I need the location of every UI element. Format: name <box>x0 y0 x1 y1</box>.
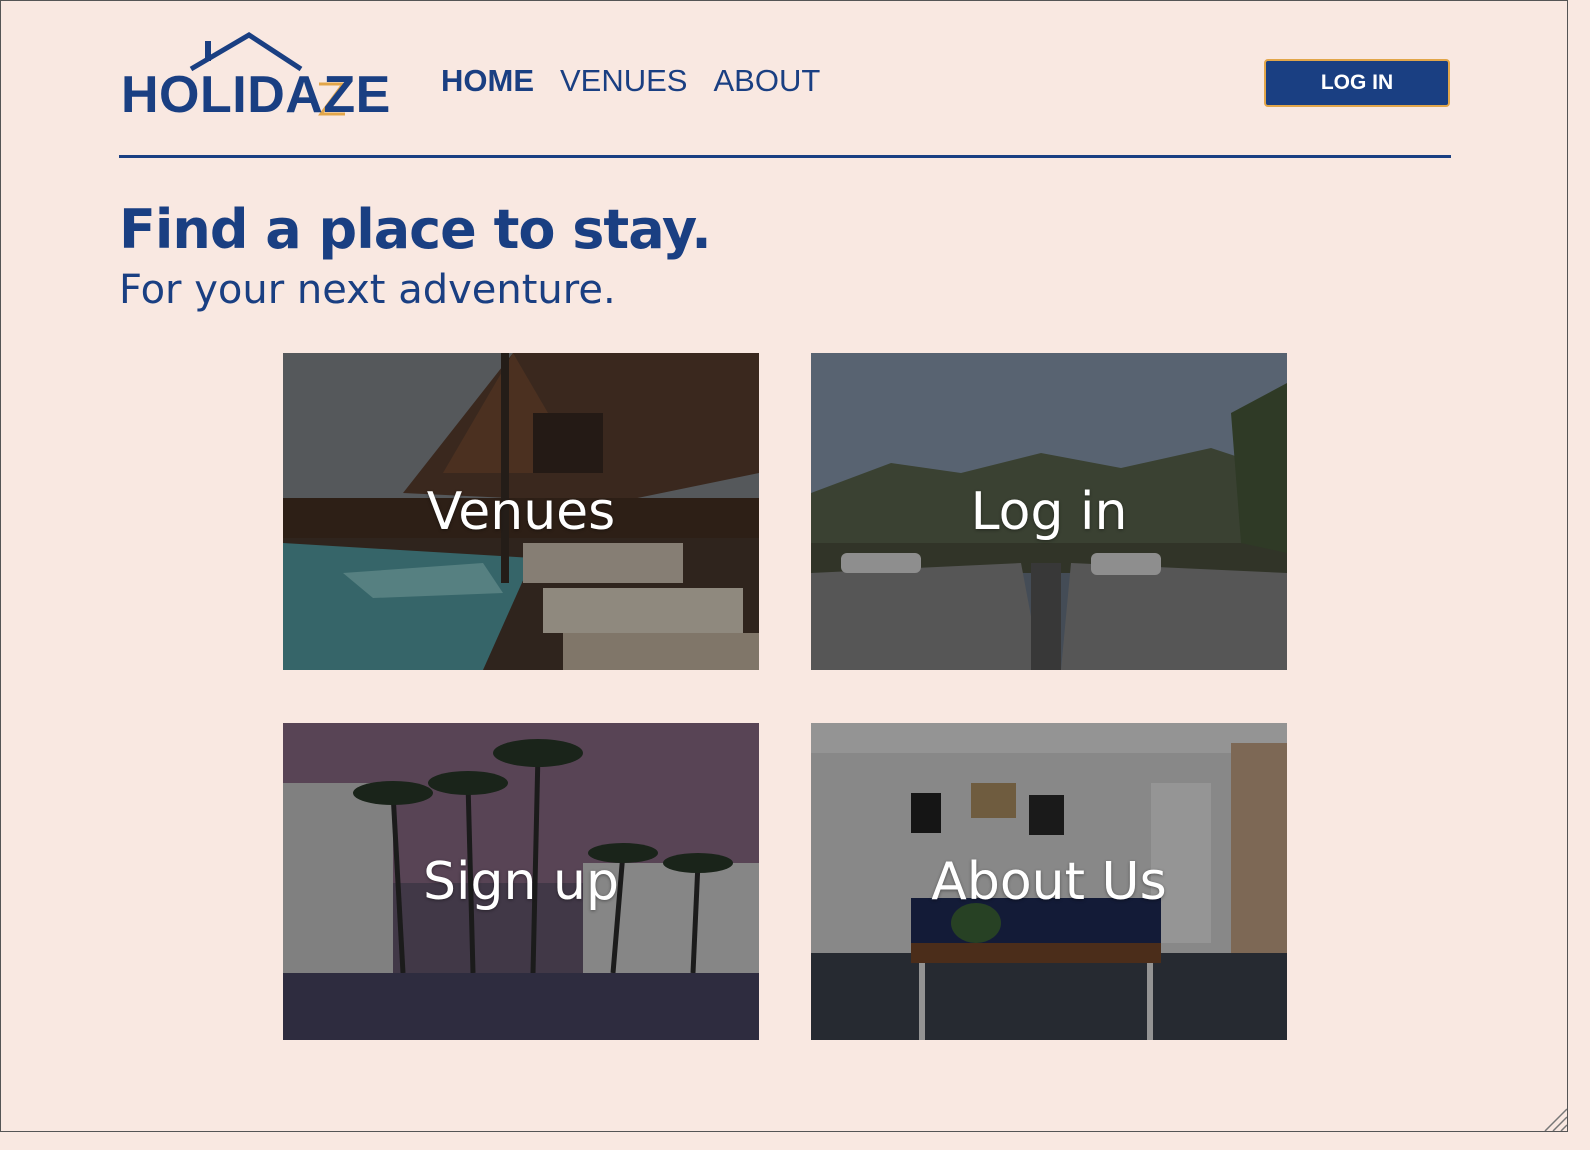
login-button[interactable]: LOG IN <box>1264 59 1450 107</box>
card-venues[interactable]: Venues <box>283 353 759 670</box>
card-label: Venues <box>426 481 616 542</box>
holidaze-logo[interactable]: HOLIDAZE <box>121 29 390 121</box>
nav-about[interactable]: ABOUT <box>713 63 820 99</box>
main-nav: HOME VENUES ABOUT <box>441 63 820 99</box>
card-label: Log in <box>970 481 1128 542</box>
hero-title: Find a place to stay. <box>119 198 712 261</box>
hero-subtitle: For your next adventure. <box>119 267 616 313</box>
browser-viewport: HOLIDAZE HOME VENUES ABOUT LOG IN Find a… <box>0 0 1568 1132</box>
site-header: HOLIDAZE HOME VENUES ABOUT LOG IN <box>119 29 1451 159</box>
header-divider <box>119 155 1451 158</box>
nav-venues[interactable]: VENUES <box>560 63 687 99</box>
resize-grip-icon[interactable] <box>1541 1105 1567 1131</box>
card-about-us[interactable]: About Us <box>811 723 1287 1040</box>
card-log-in[interactable]: Log in <box>811 353 1287 670</box>
logo-wordmark: HOLIDAZE <box>121 66 391 124</box>
card-label: About Us <box>931 851 1167 912</box>
nav-home[interactable]: HOME <box>441 63 534 99</box>
card-sign-up[interactable]: Sign up <box>283 723 759 1040</box>
card-label: Sign up <box>423 851 619 912</box>
